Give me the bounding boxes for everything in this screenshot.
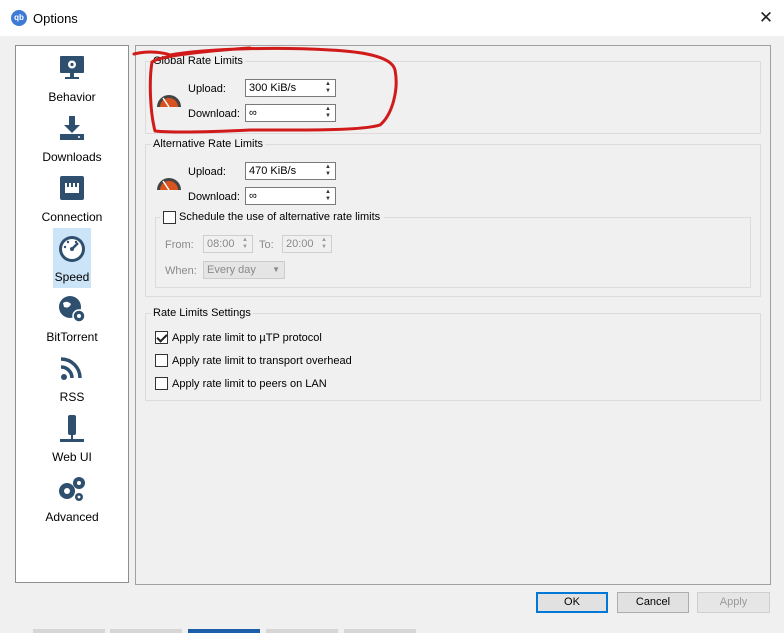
background-edge [266, 629, 338, 633]
lan-peers-checkbox[interactable] [155, 377, 168, 390]
title-bar: qb Options ✕ [0, 0, 784, 36]
spin-down-icon[interactable]: ▼ [322, 171, 334, 178]
when-label: When: [165, 265, 197, 277]
upload-label: Upload: [188, 166, 226, 178]
background-edge [188, 629, 260, 633]
network-plug-icon [60, 415, 84, 442]
spin-up-icon[interactable]: ▲ [318, 237, 330, 244]
speedometer-icon [59, 236, 85, 262]
spin-up-icon[interactable]: ▲ [239, 237, 251, 244]
chevron-down-icon: ▼ [272, 265, 280, 274]
transport-overhead-label[interactable]: Apply rate limit to transport overhead [172, 355, 352, 367]
apply-button[interactable]: Apply [697, 592, 770, 613]
speedometer-icon [157, 95, 181, 108]
sidebar-item-label: Speed [54, 270, 90, 284]
sidebar-item-label: Web UI [52, 450, 92, 464]
utp-rate-limit-checkbox[interactable] [155, 331, 168, 344]
sidebar-item-bittorrent[interactable]: BitTorrent [16, 288, 128, 348]
spin-down-icon[interactable]: ▼ [322, 113, 334, 120]
schedule-checkbox[interactable] [163, 211, 176, 224]
background-edge [33, 629, 105, 633]
alt-upload-spinbox[interactable]: 470 KiB/s ▲ ▼ [245, 162, 336, 180]
from-label: From: [165, 239, 194, 251]
sidebar-item-label: Connection [41, 210, 103, 224]
gears-icon [59, 477, 85, 501]
global-rate-limits-group [145, 61, 761, 134]
cancel-button[interactable]: Cancel [617, 592, 689, 613]
to-label: To: [259, 239, 274, 251]
speedometer-icon [157, 178, 181, 191]
utp-rate-limit-label[interactable]: Apply rate limit to µTP protocol [172, 332, 322, 344]
download-label: Download: [188, 108, 240, 120]
sidebar-item-label: Advanced [45, 510, 99, 524]
spin-up-icon[interactable]: ▲ [322, 81, 334, 88]
network-port-icon [60, 176, 84, 200]
globe-gear-icon [59, 296, 86, 323]
sidebar-item-downloads[interactable]: Downloads [16, 108, 128, 168]
spin-down-icon[interactable]: ▼ [322, 196, 334, 203]
spin-down-icon[interactable]: ▼ [239, 244, 251, 251]
sidebar-item-speed[interactable]: Speed [16, 228, 128, 288]
sidebar-item-label: Behavior [48, 90, 96, 104]
when-dropdown[interactable]: Every day ▼ [203, 261, 285, 279]
sidebar-item-label: BitTorrent [46, 330, 98, 344]
sidebar-item-rss[interactable]: RSS [16, 348, 128, 408]
sidebar-item-connection[interactable]: Connection [16, 168, 128, 228]
group-title: Alternative Rate Limits [151, 138, 266, 150]
global-upload-spinbox[interactable]: 300 KiB/s ▲ ▼ [245, 79, 336, 97]
monitor-gear-icon [60, 56, 84, 79]
lan-peers-label[interactable]: Apply rate limit to peers on LAN [172, 378, 327, 390]
sidebar-item-label: RSS [59, 390, 85, 404]
app-logo-icon: qb [11, 10, 27, 26]
window-title: Options [33, 11, 78, 26]
download-icon [60, 116, 84, 140]
background-edge [344, 629, 416, 633]
spin-down-icon[interactable]: ▼ [322, 88, 334, 95]
spin-down-icon[interactable]: ▼ [318, 244, 330, 251]
alt-download-spinbox[interactable]: ∞ ▲ ▼ [245, 187, 336, 205]
options-sidebar: Behavior Downloads Connection Speed BitT… [15, 45, 129, 583]
spin-up-icon[interactable]: ▲ [322, 106, 334, 113]
background-edge [110, 629, 182, 633]
sidebar-item-webui[interactable]: Web UI [16, 408, 128, 468]
spin-up-icon[interactable]: ▲ [322, 189, 334, 196]
group-title: Global Rate Limits [151, 55, 245, 67]
download-label: Download: [188, 191, 240, 203]
from-time-spinbox[interactable]: 08:00 ▲ ▼ [203, 235, 253, 253]
upload-label: Upload: [188, 83, 226, 95]
sidebar-item-label: Downloads [42, 150, 102, 164]
transport-overhead-checkbox[interactable] [155, 354, 168, 367]
global-download-spinbox[interactable]: ∞ ▲ ▼ [245, 104, 336, 122]
spin-up-icon[interactable]: ▲ [322, 164, 334, 171]
to-time-spinbox[interactable]: 20:00 ▲ ▼ [282, 235, 332, 253]
group-title: Rate Limits Settings [151, 307, 253, 319]
sidebar-item-advanced[interactable]: Advanced [16, 468, 128, 528]
sidebar-item-behavior[interactable]: Behavior [16, 48, 128, 108]
rss-icon [60, 357, 82, 380]
schedule-label[interactable]: Schedule the use of alternative rate lim… [179, 211, 380, 223]
ok-button[interactable]: OK [536, 592, 608, 613]
close-button[interactable]: ✕ [752, 4, 780, 32]
